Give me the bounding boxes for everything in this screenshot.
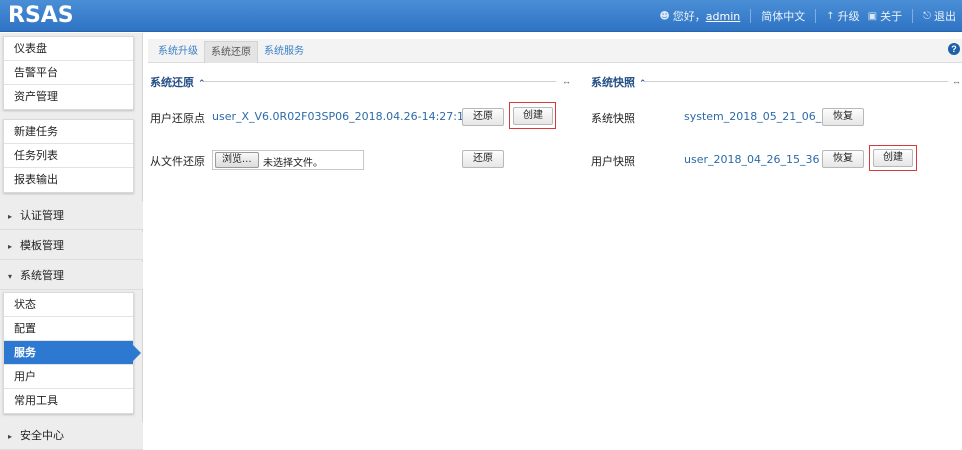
system-snapshot-recover-button[interactable]: 恢复 <box>822 108 864 126</box>
system-snapshot-value: system_2018_05_21_06_00 <box>684 110 836 123</box>
user-snapshot-recover-button[interactable]: 恢复 <box>822 150 864 168</box>
no-file-text: 未选择文件。 <box>263 158 323 169</box>
restore-point-value: user_X_V6.0R02F03SP06_2018.04.26-14:27:1… <box>212 110 493 123</box>
username-link[interactable]: admin <box>706 10 740 23</box>
main-content: 系统升级 系统还原 系统服务 ? 系统还原 ⌃ ↔ 用户还原点 user_X_V6… <box>144 33 962 450</box>
divider <box>750 9 752 23</box>
sidebar-group-system: 状态 配置 服务 用户 常用工具 <box>3 292 141 414</box>
pin-icon[interactable]: ↔ <box>952 76 961 86</box>
sidebar-group-tasks: 新建任务 任务列表 报表输出 <box>3 119 134 193</box>
help-icon[interactable]: ? <box>948 43 960 55</box>
user-snapshot-create-button[interactable]: 创建 <box>873 149 913 167</box>
tab-system-restore[interactable]: 系统还原 <box>204 41 258 63</box>
greeting: ☻ 您好， admin <box>659 9 741 24</box>
sidebar-item-assets[interactable]: 资产管理 <box>4 85 133 109</box>
system-snapshot-label: 系统快照 <box>591 112 635 125</box>
tab-system-upgrade[interactable]: 系统升级 <box>152 41 204 63</box>
language-switch[interactable]: 简体中文 <box>761 8 805 24</box>
sidebar-item-task-list[interactable]: 任务列表 <box>4 144 133 168</box>
sidebar-group-main: 仪表盘 告警平台 资产管理 <box>3 36 134 110</box>
app-logo: RSAS <box>8 3 74 28</box>
logout-icon: ⎋ <box>923 10 931 22</box>
upgrade-link[interactable]: ↑ 升级 <box>826 8 859 24</box>
chevron-right-icon: ▸ <box>8 432 13 441</box>
logout-link[interactable]: ⎋ 退出 <box>923 8 956 24</box>
restore-button[interactable]: 还原 <box>462 108 504 126</box>
sidebar-item-dashboard[interactable]: 仪表盘 <box>4 37 133 61</box>
browse-button[interactable]: 浏览... <box>215 152 259 168</box>
tab-bar: 系统升级 系统还原 系统服务 <box>148 39 962 63</box>
sidebar-head-system[interactable]: ▾ 系统管理 <box>0 262 143 290</box>
sidebar-item-tools[interactable]: 常用工具 <box>4 389 133 413</box>
section-title-snapshot: 系统快照 ⌃ <box>591 76 647 89</box>
user-snapshot-value: user_2018_04_26_15_36 <box>684 153 820 166</box>
restore-point-label: 用户还原点 <box>150 112 205 125</box>
sidebar-item-service[interactable]: 服务 <box>4 341 141 365</box>
sidebar-item-report-output[interactable]: 报表输出 <box>4 168 133 192</box>
info-icon: ▣ <box>867 10 878 22</box>
sidebar-item-config[interactable]: 配置 <box>4 317 133 341</box>
sidebar-item-alerts[interactable]: 告警平台 <box>4 61 133 85</box>
tab-system-service[interactable]: 系统服务 <box>258 41 310 63</box>
sidebar-item-users[interactable]: 用户 <box>4 365 133 389</box>
about-link[interactable]: ▣ 关于 <box>868 8 902 24</box>
sidebar-item-new-task[interactable]: 新建任务 <box>4 120 133 144</box>
divider <box>912 9 914 23</box>
top-bar: RSAS ☻ 您好， admin 简体中文 ↑ 升级 ▣ 关于 ⎋ 退出 <box>0 0 962 32</box>
section-title-restore: 系统还原 ⌃ <box>150 76 206 89</box>
top-right-menu: ☻ 您好， admin 简体中文 ↑ 升级 ▣ 关于 ⎋ 退出 <box>659 0 956 32</box>
sidebar-head-template[interactable]: ▸ 模板管理 <box>0 232 143 260</box>
chevron-down-icon: ▾ <box>8 272 13 281</box>
section-divider <box>204 81 556 82</box>
file-restore-button[interactable]: 还原 <box>462 150 504 168</box>
chevron-right-icon: ▸ <box>8 242 13 251</box>
sidebar-head-security[interactable]: ▸ 安全中心 <box>0 422 143 450</box>
section-divider <box>644 81 948 82</box>
sidebar: 仪表盘 告警平台 资产管理 新建任务 任务列表 报表输出 ▸ 认证管理 ▸ 模板管理… <box>0 33 143 450</box>
file-input[interactable]: 浏览... 未选择文件。 <box>212 150 364 170</box>
file-restore-label: 从文件还原 <box>150 155 205 168</box>
pin-icon[interactable]: ↔ <box>562 76 571 86</box>
create-restore-point-button[interactable]: 创建 <box>513 107 553 125</box>
sidebar-head-auth[interactable]: ▸ 认证管理 <box>0 202 143 230</box>
user-snapshot-label: 用户快照 <box>591 155 635 168</box>
sidebar-item-status[interactable]: 状态 <box>4 293 133 317</box>
divider <box>815 9 817 23</box>
chevron-right-icon: ▸ <box>8 212 13 221</box>
arrow-up-icon: ↑ <box>826 10 835 22</box>
user-icon: ☻ <box>659 10 670 22</box>
